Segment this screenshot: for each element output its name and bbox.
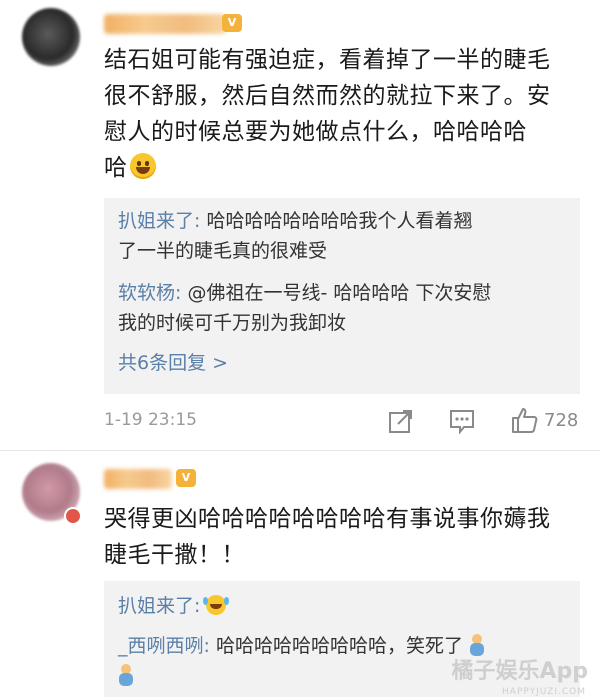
watermark: 橘子娱乐App	[451, 659, 588, 684]
vip-badge-icon: V	[176, 469, 196, 487]
reply-text: 哈哈哈哈哈哈哈哈我个人看着翘	[206, 210, 473, 232]
reply-username[interactable]: 扒姐来了:	[118, 210, 200, 232]
timestamp: 1-19 23:15	[104, 410, 197, 430]
comment-icon[interactable]	[449, 408, 475, 434]
reply-item[interactable]: 扒姐来了:	[118, 591, 568, 621]
watermark-url: HAPPYJUZI.COM	[502, 687, 586, 697]
reply-username[interactable]: 扒姐来了:	[118, 595, 200, 617]
reply-username[interactable]: 软软杨:	[118, 282, 181, 304]
comment-text: 结石姐可能有强迫症，看着掉了一半的睫毛 很不舒服，然后自然而然的就拉下来了。安 …	[104, 47, 551, 181]
avatar[interactable]	[22, 8, 80, 66]
like-count: 728	[544, 410, 579, 431]
share-icon[interactable]	[388, 408, 414, 434]
doll-emoji-icon	[118, 664, 134, 686]
comment-item: V 结石姐可能有强迫症，看着掉了一半的睫毛 很不舒服，然后自然而然的就拉下来了。…	[0, 0, 600, 455]
username[interactable]	[104, 469, 172, 489]
reply-username[interactable]: _西咧西咧:	[118, 635, 210, 657]
comment-text: 哭得更凶哈哈哈哈哈哈哈哈有事说事你薅我 睫毛干撒！！	[104, 506, 551, 568]
laughing-emoji-icon	[129, 153, 156, 179]
reply-item[interactable]: 软软杨: @佛祖在一号线- 哈哈哈哈 下次安慰 我的时候可千万别为我卸妆	[118, 278, 568, 338]
reply-item[interactable]: 扒姐来了: 哈哈哈哈哈哈哈哈我个人看着翘 了一半的睫毛真的很难受	[118, 206, 568, 266]
vip-badge-icon: V	[222, 14, 242, 32]
reply-text: 哈哈哈哈哈哈哈哈哈，笑死了	[215, 635, 463, 657]
divider	[0, 450, 600, 451]
username[interactable]	[104, 14, 226, 34]
thumbs-up-icon[interactable]	[510, 406, 538, 434]
reply-text: @佛祖在一号线- 哈哈哈哈 下次安慰	[187, 282, 492, 304]
reply-text: 了一半的睫毛真的很难受	[118, 240, 328, 262]
verified-badge-icon	[64, 507, 82, 525]
reply-box[interactable]: 扒姐来了: 哈哈哈哈哈哈哈哈我个人看着翘 了一半的睫毛真的很难受 软软杨: @佛…	[104, 198, 580, 394]
more-replies-link[interactable]: 共6条回复 >	[118, 348, 568, 378]
reply-text: 我的时候可千万别为我卸妆	[118, 312, 347, 334]
tears-of-joy-emoji-icon	[203, 595, 230, 615]
